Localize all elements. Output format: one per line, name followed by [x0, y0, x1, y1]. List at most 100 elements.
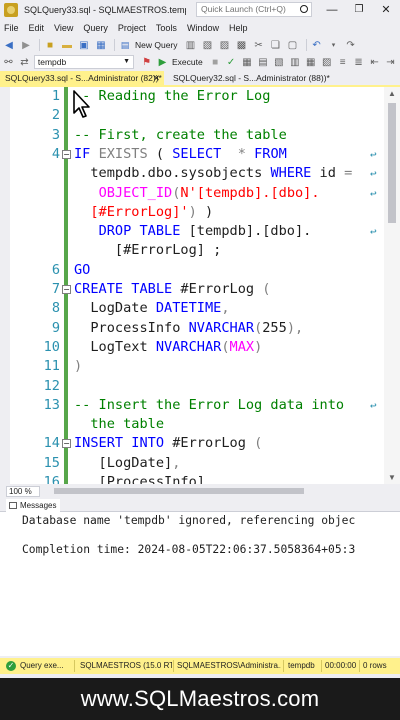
minimize-button[interactable]: —	[318, 0, 346, 19]
back-icon[interactable]: ◀	[2, 38, 16, 52]
code-line[interactable]: OBJECT_ID(N'[tempdb].[dbo]. ↩	[0, 184, 384, 203]
query-editor[interactable]: 1 -- Reading the Error Log 2 3 -- First, cre…	[0, 87, 400, 484]
code-line[interactable]: 8 LogDate DATETIME,	[0, 299, 384, 318]
code-token: [LogDate]	[74, 454, 173, 471]
window-title: SQLQuery33.sql - SQLMAESTROS.tempdb (S..…	[24, 4, 186, 15]
code-token: )	[74, 358, 83, 375]
collapse-region-icon[interactable]: −	[62, 149, 71, 159]
results-to-grid-icon[interactable]: ▦	[304, 55, 317, 69]
quick-launch-input[interactable]: Quick Launch (Ctrl+Q)	[196, 2, 312, 17]
copy-icon[interactable]: ❏	[269, 38, 283, 52]
scroll-down-icon[interactable]: ▼	[388, 473, 396, 482]
code-text: DROP TABLE [tempdb].[dbo].	[74, 222, 312, 241]
database-selector[interactable]: tempdb ▼	[33, 55, 135, 69]
intellisense-icon[interactable]: ▤	[257, 55, 270, 69]
connect-icon[interactable]: ⚯	[2, 55, 15, 69]
menu-project[interactable]: Project	[118, 23, 146, 33]
code-line[interactable]: 10 LogText NVARCHAR(MAX)	[0, 338, 384, 357]
change-connection-icon[interactable]: ⇄	[18, 55, 31, 69]
xmla-query-icon[interactable]: ▩	[235, 38, 249, 52]
save-icon[interactable]: ▣	[77, 38, 91, 52]
code-line[interactable]: the table	[0, 415, 384, 434]
tab-messages[interactable]: Messages	[6, 499, 61, 512]
menu-view[interactable]: View	[54, 23, 73, 33]
code-line[interactable]: 2	[0, 106, 384, 125]
open-folder-icon[interactable]: ▬	[60, 38, 74, 52]
horizontal-scrollbar[interactable]	[44, 487, 384, 495]
zoom-level[interactable]: 100 %	[6, 485, 40, 497]
increase-indent-icon[interactable]: ⇥	[384, 55, 397, 69]
dmx-query-icon[interactable]: ▨	[218, 38, 232, 52]
code-line[interactable]: [#ErrorLog] ;	[0, 241, 384, 260]
menu-tools[interactable]: Tools	[156, 23, 177, 33]
debug-icon[interactable]: ⚑	[140, 55, 153, 69]
scrollbar-thumb[interactable]	[54, 488, 304, 494]
code-line[interactable]: 12	[0, 377, 384, 396]
undo-icon[interactable]: ↶	[310, 38, 324, 52]
new-project-icon[interactable]: ■	[43, 38, 57, 52]
close-tab-icon[interactable]: ✕	[153, 71, 160, 86]
code-line[interactable]: 9 ProcessInfo NVARCHAR(255),	[0, 319, 384, 338]
menu-window[interactable]: Window	[187, 23, 219, 33]
code-line[interactable]: 15 [LogDate],	[0, 454, 384, 473]
code-text: [ProcessInfo],	[74, 473, 214, 484]
collapse-region-icon[interactable]: −	[62, 439, 71, 449]
new-query-button[interactable]: New Query	[135, 40, 178, 50]
query-options-icon[interactable]: ▧	[272, 55, 285, 69]
code-token: id	[311, 165, 345, 182]
redo-icon[interactable]: ↷	[344, 38, 358, 52]
results-to-text-icon[interactable]: ▥	[288, 55, 301, 69]
database-query-icon[interactable]: ▥	[184, 38, 198, 52]
results-to-file-icon[interactable]: ▨	[320, 55, 333, 69]
code-token: )	[254, 338, 263, 355]
code-line[interactable]: 7 CREATE TABLE #ErrorLog (−	[0, 280, 384, 299]
menu-query[interactable]: Query	[83, 23, 108, 33]
restore-button[interactable]: ❐	[345, 0, 373, 19]
uncomment-icon[interactable]: ≣	[352, 55, 365, 69]
tab-sqlquery32[interactable]: SQLQuery32.sql - S...Administrator (88))…	[168, 71, 358, 86]
title-bar: SQLQuery33.sql - SQLMAESTROS.tempdb (S..…	[0, 0, 400, 19]
results-tabs: Messages	[0, 498, 400, 512]
messages-pane[interactable]: Database name 'tempdb' ignored, referenc…	[0, 512, 400, 656]
save-all-icon[interactable]: ▦	[94, 38, 108, 52]
code-line[interactable]: 16 [ProcessInfo],	[0, 473, 384, 484]
code-line[interactable]: 4 IF EXISTS ( SELECT * FROM − ↩	[0, 145, 384, 164]
tab-sqlquery33[interactable]: SQLQuery33.sql - S...Administrator (82))…	[0, 71, 164, 86]
parse-icon[interactable]: ✓	[225, 55, 238, 69]
code-text: the table	[74, 415, 164, 434]
mdx-query-icon[interactable]: ▧	[201, 38, 215, 52]
new-query-icon[interactable]: ▤	[118, 38, 132, 52]
scroll-up-icon[interactable]: ▲	[388, 89, 396, 98]
estimated-plan-icon[interactable]: ▦	[241, 55, 254, 69]
code-line[interactable]: [#ErrorLog]') )	[0, 203, 384, 222]
code-line[interactable]: 6 GO	[0, 261, 384, 280]
collapse-region-icon[interactable]: −	[62, 285, 71, 294]
code-line[interactable]: 3 -- First, create the table	[0, 126, 384, 145]
cut-icon[interactable]: ✂	[252, 38, 266, 52]
execute-icon[interactable]: ▶	[156, 55, 169, 69]
menu-edit[interactable]: Edit	[29, 23, 45, 33]
close-button[interactable]: ✕	[372, 0, 400, 19]
code-text: IF EXISTS ( SELECT * FROM	[74, 145, 287, 164]
forward-icon[interactable]: ▶	[19, 38, 33, 52]
ssms-logo-icon	[4, 2, 18, 17]
execute-button[interactable]: Execute	[172, 57, 203, 67]
undo-dropdown-icon[interactable]: ▾	[327, 38, 341, 52]
comment-icon[interactable]: ≡	[336, 55, 349, 69]
code-line[interactable]: tempdb.dbo.sysobjects WHERE id = ↩	[0, 164, 384, 183]
stop-icon[interactable]: ■	[209, 55, 222, 69]
code-line[interactable]: 14 INSERT INTO #ErrorLog (−	[0, 434, 384, 453]
menu-file[interactable]: File	[4, 23, 19, 33]
code-line[interactable]: 1 -- Reading the Error Log	[0, 87, 384, 106]
code-line[interactable]: 13 -- Insert the Error Log data into ↩	[0, 396, 384, 415]
vertical-scrollbar[interactable]: ▲ ▼	[384, 87, 400, 484]
menu-help[interactable]: Help	[229, 23, 248, 33]
decrease-indent-icon[interactable]: ⇤	[368, 55, 381, 69]
code-line[interactable]: 11)	[0, 357, 384, 376]
scrollbar-thumb[interactable]	[388, 103, 396, 223]
code-line[interactable]: DROP TABLE [tempdb].[dbo]. ↩	[0, 222, 384, 241]
code-token: -- First, create the table	[74, 126, 287, 143]
line-number: 13	[43, 396, 60, 413]
paste-icon[interactable]: ▢	[286, 38, 300, 52]
